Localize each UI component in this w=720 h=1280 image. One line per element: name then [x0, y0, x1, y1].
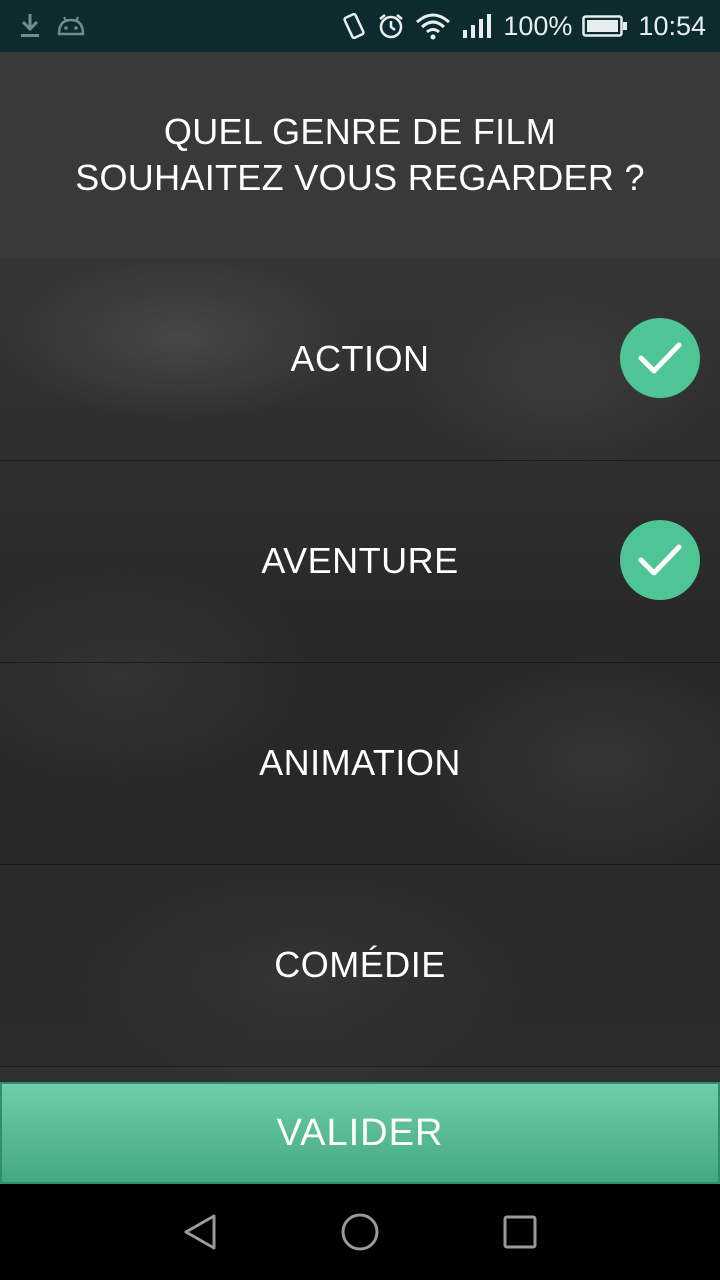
back-icon[interactable] — [180, 1212, 220, 1252]
vibrate-icon — [341, 12, 367, 40]
genre-label: COMÉDIE — [274, 944, 446, 985]
wifi-icon — [415, 12, 451, 40]
alarm-icon — [377, 12, 405, 40]
battery-percent: 100% — [503, 11, 573, 41]
page-title: QUEL GENRE DE FILM SOUHAITEZ VOUS REGARD… — [0, 52, 720, 258]
genre-label: ACTION — [290, 338, 430, 379]
genre-item-action[interactable]: ACTION — [0, 258, 720, 461]
signal-icon — [461, 12, 493, 40]
genre-label: AVENTURE — [261, 540, 459, 581]
screen: 100% 10:54 QUEL GENRE DE FILM SOUHAITEZ … — [0, 0, 720, 1280]
title-line-2: SOUHAITEZ VOUS REGARDER ? — [75, 157, 645, 198]
check-icon — [620, 318, 700, 398]
battery-icon — [582, 14, 628, 38]
recents-icon[interactable] — [500, 1212, 540, 1252]
check-icon — [620, 520, 700, 600]
status-bar: 100% 10:54 — [0, 0, 720, 52]
clock: 10:54 — [638, 11, 706, 41]
validate-button[interactable]: VALIDER — [0, 1082, 720, 1184]
genre-item-aventure[interactable]: AVENTURE — [0, 460, 720, 663]
home-icon[interactable] — [340, 1212, 380, 1252]
genre-item-animation[interactable]: ANIMATION — [0, 662, 720, 865]
genre-list: ACTION AVENTURE ANIMATION COMÉDIE — [0, 258, 720, 1082]
download-icon — [18, 12, 42, 40]
nav-bar — [0, 1184, 720, 1280]
genre-item-comedie[interactable]: COMÉDIE — [0, 864, 720, 1067]
genre-label: ANIMATION — [259, 742, 461, 783]
title-line-1: QUEL GENRE DE FILM — [163, 111, 557, 152]
android-debug-icon — [56, 14, 86, 38]
